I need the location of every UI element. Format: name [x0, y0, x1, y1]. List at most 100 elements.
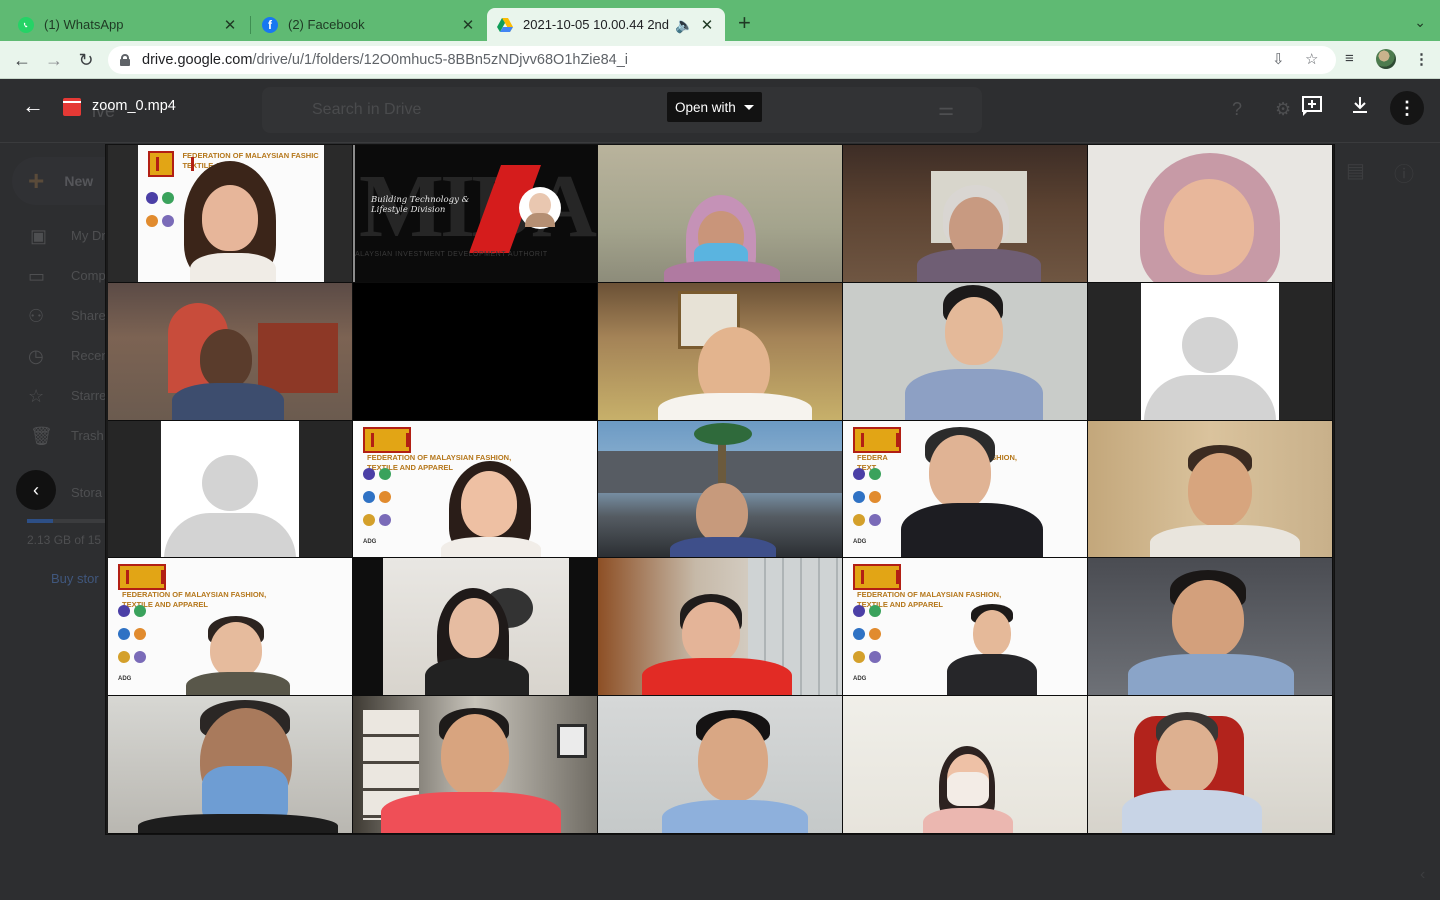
banner-line1: FEDERATION OF MALAYSIAN FASHION,	[122, 590, 267, 600]
nav-trash: Trash	[71, 428, 104, 443]
address-bar[interactable]: drive.google.com/drive/u/1/folders/12O0m…	[108, 46, 1336, 74]
fomfta-logo	[148, 151, 194, 177]
shirt	[1150, 524, 1300, 558]
banner-line1: FEDERATION OF MALAYSIAN FASHIC	[182, 151, 319, 160]
starred-icon: ☆	[28, 386, 45, 406]
nav-recent: Recen	[71, 348, 109, 363]
tab-search-chevron-icon[interactable]: ⌄	[1414, 14, 1426, 31]
shirt	[425, 658, 529, 696]
tab-divider	[250, 16, 251, 34]
shirt	[662, 800, 808, 833]
suit	[901, 502, 1043, 558]
participant-tile	[1088, 145, 1333, 283]
new-label: New	[64, 173, 94, 189]
forward-button[interactable]: →	[43, 49, 65, 71]
file-name: zoom_0.mp4	[92, 98, 176, 114]
computers-icon: ▭	[28, 266, 46, 286]
tab-whatsapp[interactable]: (1) WhatsApp ✕	[8, 8, 248, 41]
adg-badge: ADG	[363, 538, 377, 545]
shared-icon: ⚇	[28, 306, 45, 326]
fomfta-logo	[363, 426, 411, 453]
browser-toolbar: ← → ↻ drive.google.com/drive/u/1/folders…	[0, 41, 1440, 79]
bookmark-star-icon[interactable]: ☆	[1305, 50, 1318, 68]
collapse-panel-button[interactable]: ‹	[16, 470, 56, 510]
participant-grid: FEDERATION OF MALAYSIAN FASHIC TEXTILE A…	[108, 145, 1333, 834]
face	[441, 714, 509, 797]
face	[449, 598, 499, 659]
participant-tile: FEDERATION OF MALAYSIAN FASHIC TEXTILE A	[108, 145, 353, 283]
face	[973, 610, 1011, 657]
banner-line1: FEDERATION OF MALAYSIAN FASHION,	[367, 452, 512, 462]
shirt	[905, 368, 1043, 420]
shirt	[441, 536, 541, 558]
storage-bar-fill	[27, 519, 53, 523]
tab-drive-video[interactable]: 2021-10-05 10.00.44 2nd 🔈 ✕	[487, 8, 725, 41]
banner-mid1: FEDERA	[857, 452, 888, 462]
participant-tile	[598, 696, 843, 834]
shirt	[172, 382, 284, 420]
face	[698, 718, 768, 803]
profile-avatar[interactable]	[1376, 49, 1396, 69]
sponsor-logos	[851, 465, 897, 534]
download-icon[interactable]	[1350, 95, 1370, 120]
shirt	[670, 536, 776, 558]
fomfta-logo	[853, 564, 901, 591]
new-tab-button[interactable]: +	[738, 12, 751, 34]
add-comment-icon[interactable]	[1301, 95, 1323, 121]
back-button[interactable]: ←	[11, 49, 33, 71]
video-player[interactable]: FEDERATION OF MALAYSIAN FASHIC TEXTILE A…	[106, 145, 1334, 834]
close-tab-icon[interactable]: ✕	[699, 16, 715, 34]
open-with-button[interactable]: Open with	[667, 92, 762, 122]
palm-leaves	[694, 422, 752, 445]
participant-tile	[353, 696, 598, 834]
speaker-icon[interactable]: 🔈	[675, 16, 694, 34]
mida-footer-text: ALAYSIAN INVESTMENT DEVELOPMENT AUTHORIT	[355, 251, 548, 258]
scroll-chevron-icon: ‹	[1420, 866, 1426, 883]
face	[1188, 452, 1252, 527]
more-options-icon[interactable]: ⋮	[1390, 91, 1424, 125]
close-tab-icon[interactable]: ✕	[460, 16, 476, 34]
participant-tile-video-off	[353, 282, 598, 421]
participant-tile	[1088, 558, 1333, 697]
recent-clock-icon: ◷	[28, 346, 44, 366]
participant-tile	[843, 696, 1088, 834]
buy-storage-link: Buy stor	[51, 571, 99, 586]
participant-tile: MIDA Building Technology & Lifestyle Div…	[353, 145, 598, 283]
participant-tile	[1088, 420, 1333, 559]
nav-computers: Comp	[71, 268, 106, 283]
tab-facebook[interactable]: f (2) Facebook ✕	[252, 8, 486, 41]
shirt	[658, 392, 812, 420]
office-background	[258, 322, 338, 393]
list-view-icon: ▤	[1346, 160, 1365, 182]
shirt	[917, 249, 1041, 282]
banner-line1: FEDERATION OF MALAYSIAN FASHION,	[857, 590, 1002, 600]
lock-icon[interactable]	[120, 54, 130, 66]
video-file-icon	[63, 98, 81, 116]
participant-tile-no-video	[108, 420, 353, 559]
wall-frame	[557, 724, 587, 759]
reload-button[interactable]: ↻	[75, 49, 97, 71]
close-viewer-back-icon[interactable]: ←	[22, 95, 44, 117]
participant-tile	[598, 145, 843, 283]
install-app-icon[interactable]: ⇩	[1272, 50, 1285, 68]
tile-edge	[353, 145, 355, 282]
default-avatar-icon	[202, 454, 258, 511]
participant-tile: FEDERATION OF MALAYSIAN FASHION, TEXTILE…	[843, 558, 1088, 697]
storage-label: Stora	[71, 485, 103, 500]
adg-badge: ADG	[853, 538, 867, 545]
participant-tile	[598, 558, 843, 697]
tab-title: (2) Facebook	[288, 17, 365, 32]
face	[1172, 580, 1244, 659]
nav-starred: Starre	[71, 388, 107, 403]
browser-menu-icon[interactable]: ⋮	[1414, 50, 1429, 68]
participant-tile	[598, 282, 843, 421]
open-with-label: Open with	[675, 99, 736, 115]
media-control-icon[interactable]: ≡	[1345, 50, 1354, 67]
close-tab-icon[interactable]: ✕	[222, 16, 238, 34]
adg-badge: ADG	[853, 676, 867, 683]
participant-tile-no-video	[1088, 282, 1333, 421]
google-drive-icon	[497, 17, 513, 33]
face	[945, 296, 1003, 365]
tab-title: 2021-10-05 10.00.44 2nd	[523, 17, 670, 32]
face	[929, 434, 991, 509]
